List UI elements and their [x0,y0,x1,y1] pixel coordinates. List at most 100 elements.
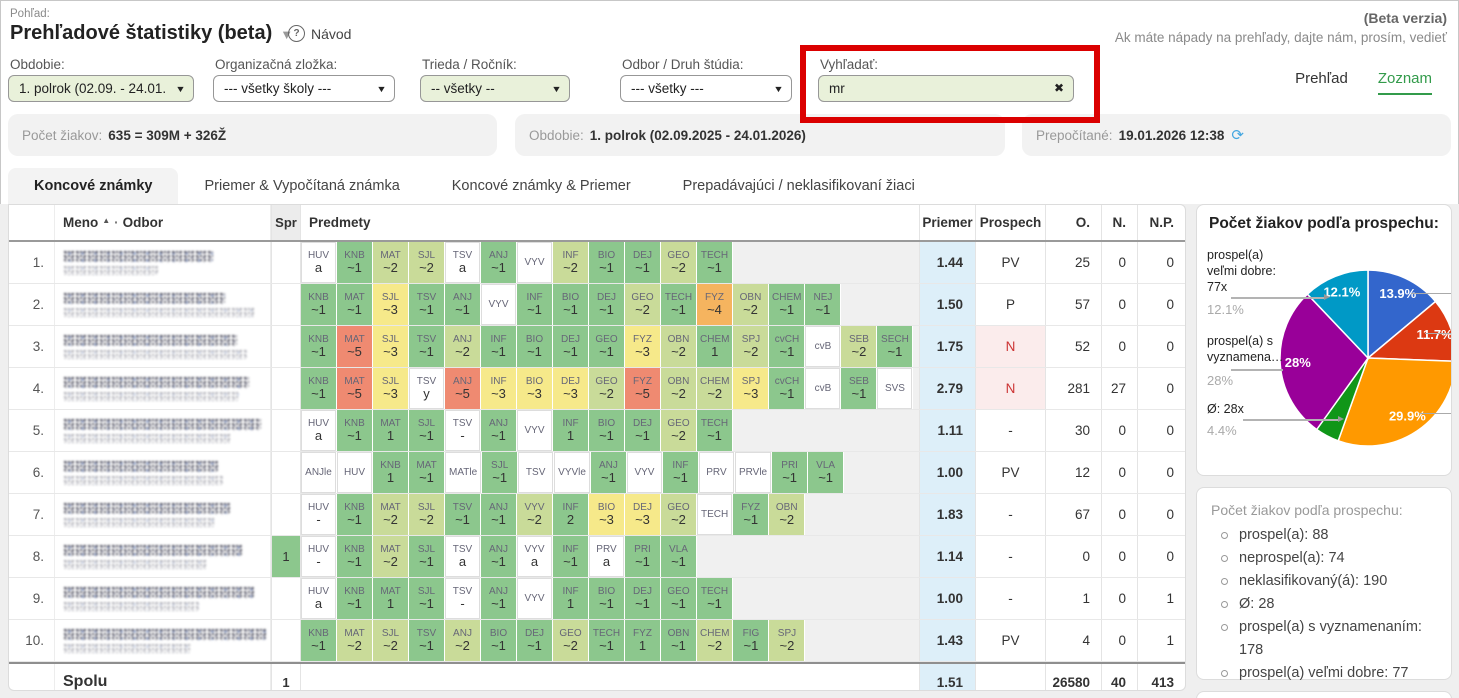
o-cell: 281 [1045,368,1101,409]
subject-grade: ~1 [888,345,903,359]
subject-chip-MATle: MATle [445,452,481,493]
tab-1[interactable]: Koncové známky [8,168,178,204]
subject-grade: ~1 [599,261,614,275]
subject-grade: a [315,429,322,443]
subject-chip-KNB: KNB~1 [337,410,372,451]
subject-grade: 1 [387,429,394,443]
pie-leader-line-right [1411,293,1452,294]
subject-code: VYV [524,425,544,436]
tab-3[interactable]: Koncové známky & Priemer [426,168,657,204]
subject-code: VYV [634,467,654,478]
clear-search-icon[interactable]: ✖ [1054,81,1064,95]
subject-grade: ~1 [671,597,686,611]
col-header-avg: Priemer [919,205,975,240]
spr-cell [271,452,301,493]
table-row[interactable]: 7.HUV-KNB~1MAT~2SJL~2TSV~1ANJ~1VYV~2INF2… [9,494,1185,536]
pie-slice-label: 11.7% [1417,327,1452,342]
table-row[interactable]: 10.KNB~1MAT~2SJL~2TSV~1ANJ~2BIO~1DEJ~1GE… [9,620,1185,662]
avg-cell: 1.75 [919,326,975,367]
student-name-cell [55,620,271,661]
table-row[interactable]: 6.ANJleHUVKNB1MAT~1MATleSJL~1TSVVYVleANJ… [9,452,1185,494]
search-input[interactable] [819,76,1073,101]
subject-chip-PRI: PRI~1 [625,536,660,577]
anonymized-name [63,502,270,527]
o-cell: 57 [1045,284,1101,325]
subject-chips: HUVaKNB~1MAT~2SJL~2TSVaANJ~1VYVINF~2BIO~… [301,242,919,283]
subject-chip-SPJ: SPJ~2 [769,620,804,661]
subject-chip-INF: INF1 [553,578,588,619]
page-title-dropdown[interactable]: Prehľadové štatistiky (beta)▼ [10,22,293,45]
spr-cell [271,368,301,409]
filter-label-trieda-rocnik: Trieda / Ročník: [422,57,517,72]
subject-chip-MAT: MAT~5 [337,326,372,367]
subject-chips: HUV-KNB~1MAT~2SJL~2TSV~1ANJ~1VYV~2INF2BI… [301,494,919,535]
subject-grade: a [315,261,322,275]
table-row[interactable]: 9.HUVaKNB~1MAT1SJL~1TSV-ANJ~1VYVINF1BIO~… [9,578,1185,620]
subject-grade: ~2 [671,429,686,443]
avg-cell: 1.14 [919,536,975,577]
help-link[interactable]: ? Návod [288,25,351,42]
subject-grade: ~1 [816,303,831,317]
anonymized-name [63,628,270,653]
tab-4[interactable]: Prepadávajúci / neklasifikovaní žiaci [657,168,941,204]
filter-select-odbor-druh-studia[interactable]: --- všetky ---▼ [620,75,792,102]
col-header-o: O. [1045,205,1101,240]
filter-label-vyhladat: Vyhľadať: [820,57,878,72]
subject-grade: ~1 [455,303,470,317]
table-row[interactable]: 2.KNB~1MAT~1SJL~3TSV~1ANJ~1VYVINF~1BIO~1… [9,284,1185,326]
subject-chip-BIO: BIO~3 [517,368,552,409]
subject-grade: ~1 [673,471,688,485]
subject-chip-INF: INF~1 [517,284,552,325]
subject-chip-SEB: SEB~2 [841,326,876,367]
filter-select-organizacna-zlozka[interactable]: --- všetky školy ---▼ [213,75,395,102]
subject-chip-MAT: MAT~2 [373,536,408,577]
subject-grade: ~3 [527,387,542,401]
subject-chip-GEO: GEO~2 [661,410,696,451]
subject-chip-TSV: TSV- [445,410,480,451]
subject-chip-MAT: MAT~2 [373,494,408,535]
subject-grade: ~1 [601,471,616,485]
subject-chip-GEO: GEO~2 [625,284,660,325]
pie-leader-line [1231,369,1283,371]
subject-chip-TECH: TECH~1 [589,620,624,661]
view-option-zoznam[interactable]: Zoznam [1378,70,1432,95]
subject-chip-TSV: TSV- [445,578,480,619]
refresh-icon[interactable]: ⟳ [1231,126,1244,144]
subject-grade: ~4 [707,303,722,317]
subject-grade: ~1 [347,303,362,317]
subject-chips: KNB~1MAT~5SJL~3TSVyANJ~5INF~3BIO~3DEJ~3G… [301,368,919,409]
spr-cell [271,284,301,325]
filter-select-trieda-rocnik[interactable]: -- všetky --▼ [420,75,570,102]
subject-chips: KNB~1MAT~5SJL~3TSV~1ANJ~2INF~1BIO~1DEJ~1… [301,326,919,367]
tab-2[interactable]: Priemer & Vypočítaná známka [178,168,425,204]
total-spr: 1 [271,664,301,691]
pie-callout-1: prospel(a)veľmi dobre:77x [1207,247,1276,295]
subject-chip-VYV: VYV~2 [517,494,552,535]
callout-percent: 28% [1207,373,1233,388]
view-option-prehlad[interactable]: Prehľad [1295,70,1348,95]
table-row[interactable]: 3.KNB~1MAT~5SJL~3TSV~1ANJ~2INF~1BIO~1DEJ… [9,326,1185,368]
name-scribble [63,376,249,388]
view-switch: Prehľad Zoznam [1295,70,1432,95]
student-name-cell [55,536,271,577]
subject-chip-TSV: TSVy [409,368,444,409]
subject-chip-GEO: GEO~1 [661,578,696,619]
result-cell: N [975,368,1045,409]
filter-select-obdobie[interactable]: 1. polrok (02.09. - 24.01.▼ [8,75,194,102]
subject-grade: ~1 [419,555,434,569]
np-cell: 0 [1137,494,1185,535]
subject-grade: ~1 [419,597,434,611]
table-row[interactable]: 5.HUVaKNB~1MAT1SJL~1TSV-ANJ~1VYVINF1BIO~… [9,410,1185,452]
subject-grade: ~1 [419,345,434,359]
table-row[interactable]: 8.1HUV-KNB~1MAT~2SJL~1TSVaANJ~1VYVaINF~1… [9,536,1185,578]
subject-chip-HUV: HUVa [301,578,336,619]
n-cell: 0 [1101,452,1137,493]
table-row[interactable]: 4.KNB~1MAT~5SJL~3TSVyANJ~5INF~3BIO~3DEJ~… [9,368,1185,410]
subject-code: VYVle [558,467,586,478]
table-row[interactable]: 1.HUVaKNB~1MAT~2SJL~2TSVaANJ~1VYVINF~2BI… [9,242,1185,284]
subject-chip-BIO: BIO~1 [589,410,624,451]
subject-chip-TSV: TSV~1 [409,620,444,661]
chevron-down-icon: ▼ [764,84,794,94]
subject-chip-MAT: MAT1 [373,578,408,619]
col-header-name[interactable]: Meno ▲ · Odbor [55,205,271,240]
